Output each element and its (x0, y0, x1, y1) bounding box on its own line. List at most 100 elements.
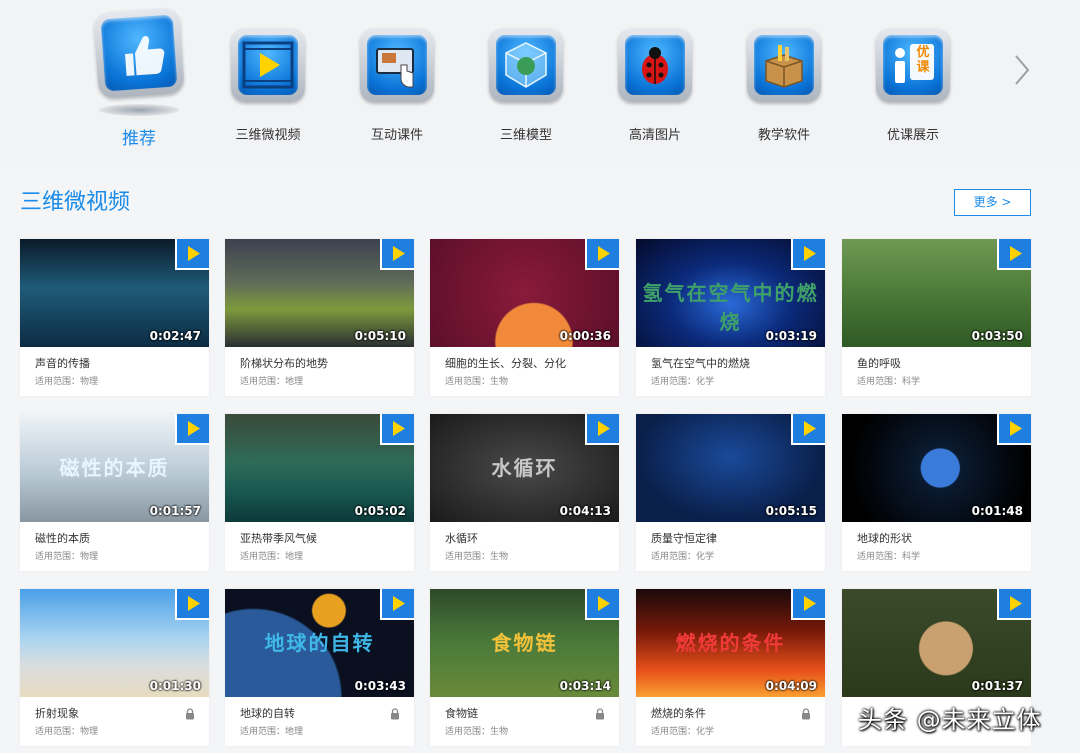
category-label: 教学软件 (757, 128, 810, 143)
category-label: 推荐 (122, 129, 156, 149)
tile-shadow (99, 104, 179, 116)
video-title[interactable]: 磁性的本质 (35, 530, 90, 546)
video-thumbnail[interactable]: 水循环 0:04:13 (430, 414, 619, 522)
video-title[interactable]: 食物链 (445, 705, 478, 721)
video-card[interactable]: 0:01:30 折射现象 适用范围：物理 (20, 589, 209, 746)
video-card[interactable]: 0:05:10 阶梯状分布的地势适用范围：地理 (225, 239, 414, 396)
video-duration: 0:02:47 (149, 329, 201, 343)
video-thumbnail[interactable]: 氢气在空气中的燃烧 0:03:19 (636, 239, 825, 347)
software-box-icon (747, 28, 821, 102)
video-title[interactable]: 地球的形状 (857, 530, 912, 546)
video-thumbnail[interactable]: 0:05:10 (225, 239, 414, 347)
lock-icon (595, 705, 605, 720)
play-icon (997, 239, 1031, 270)
play-icon (175, 239, 209, 270)
video-title[interactable]: 质量守恒定律 (651, 530, 717, 546)
play-icon (380, 239, 414, 270)
play-icon (585, 414, 619, 445)
video-thumbnail[interactable]: 0:00:36 (430, 239, 619, 347)
video-subject: 适用范围：地理 (240, 552, 304, 562)
play-icon (585, 589, 619, 620)
video-thumbnail[interactable]: 地球的自转 0:03:43 (225, 589, 414, 697)
play-icon (791, 414, 825, 445)
ladybug-icon (618, 28, 692, 102)
video-duration: 0:01:57 (149, 504, 201, 518)
video-thumbnail[interactable]: 0:01:30 (20, 589, 209, 697)
video-duration: 0:05:15 (765, 504, 817, 518)
thumbnail-caption: 燃烧的条件 (675, 631, 786, 655)
video-subject: 适用范围：化学 (651, 377, 715, 387)
video-title[interactable]: 亚热带季风气候 (240, 530, 317, 546)
video-duration: 0:05:10 (354, 329, 406, 343)
play-icon (380, 589, 414, 620)
more-button[interactable]: 更多 > (954, 189, 1031, 216)
video-subject: 适用范围：科学 (857, 377, 921, 387)
video-card[interactable]: 0:02:47 声音的传播 适用范围：物理 (20, 239, 209, 396)
cube-icon (489, 28, 563, 102)
thumbnail-caption: 氢气在空气中的燃烧 (642, 281, 819, 334)
video-subject: 适用范围：地理 (240, 727, 304, 737)
video-title[interactable]: 燃烧的条件 (651, 705, 706, 721)
video-title[interactable]: 水循环 (445, 530, 478, 546)
video-title[interactable]: 阶梯状分布的地势 (240, 355, 328, 371)
video-card[interactable]: 磁性的本质 0:01:57 磁性的本质适用范围：物理 (20, 414, 209, 571)
category-label: 互动课件 (370, 128, 423, 143)
video-subject: 适用范围：生物 (445, 377, 509, 387)
video-card[interactable]: 0:05:02 亚热带季风气候适用范围：地理 (225, 414, 414, 571)
video-card[interactable]: 地球的自转 0:03:43 地球的自转适用范围：地理 (225, 589, 414, 746)
video-subject: 适用范围：化学 (651, 552, 715, 562)
video-duration: 0:01:37 (971, 679, 1023, 693)
video-card[interactable]: 氢气在空气中的燃烧 0:03:19 氢气在空气中的燃烧 适用范围：化学 (636, 239, 825, 396)
play-icon (231, 28, 305, 102)
video-thumbnail[interactable]: 磁性的本质 0:01:57 (20, 414, 209, 522)
thumbs-up-icon (93, 7, 185, 99)
play-icon (175, 589, 209, 620)
video-duration: 0:03:14 (559, 679, 611, 693)
video-subject: 适用范围：物理 (35, 552, 99, 562)
video-card[interactable]: 0:05:15 质量守恒定律适用范围：化学 (636, 414, 825, 571)
video-subject: 适用范围：生物 (445, 552, 509, 562)
video-title[interactable]: 折射现象 (35, 705, 79, 721)
video-title[interactable]: 鱼的呼吸 (857, 355, 901, 371)
play-icon (997, 589, 1031, 620)
video-duration: 0:00:36 (559, 329, 611, 343)
video-thumbnail[interactable]: 0:01:37 (842, 589, 1031, 697)
category-label: 优课展示 (886, 128, 939, 143)
play-icon (791, 239, 825, 270)
watermark: 头条 @未来立体 (858, 706, 1042, 734)
thumbnail-caption: 磁性的本质 (59, 456, 170, 480)
video-duration: 0:04:09 (765, 679, 817, 693)
video-title[interactable]: 声音的传播 (35, 355, 90, 371)
video-thumbnail[interactable]: 0:03:50 (842, 239, 1031, 347)
video-card[interactable]: 0:01:48 地球的形状 适用范围：科学 (842, 414, 1031, 571)
video-subject: 适用范围：地理 (240, 377, 304, 387)
video-duration: 0:03:50 (971, 329, 1023, 343)
lock-icon (801, 705, 811, 720)
video-thumbnail[interactable]: 0:02:47 (20, 239, 209, 347)
video-card[interactable]: 食物链 0:03:14 食物链 适用范围：生物 (430, 589, 619, 746)
video-title[interactable]: 地球的自转 (240, 705, 295, 721)
play-icon (175, 414, 209, 445)
video-duration: 0:04:13 (559, 504, 611, 518)
play-icon (585, 239, 619, 270)
video-card[interactable]: 0:03:50 鱼的呼吸适用范围：科学 (842, 239, 1031, 396)
video-card[interactable]: 水循环 0:04:13 水循环适用范围：生物 (430, 414, 619, 571)
video-title[interactable]: 细胞的生长、分裂、分化 (445, 355, 566, 371)
video-thumbnail[interactable]: 0:05:15 (636, 414, 825, 522)
video-thumbnail[interactable]: 0:01:48 (842, 414, 1031, 522)
next-arrow-icon[interactable] (1008, 50, 1036, 90)
video-title[interactable]: 氢气在空气中的燃烧 (651, 355, 750, 371)
lock-icon (185, 705, 195, 720)
video-thumbnail[interactable]: 燃烧的条件 0:04:09 (636, 589, 825, 697)
video-card[interactable]: 0:00:36 细胞的生长、分裂、分化适用范围：生物 (430, 239, 619, 396)
video-thumbnail[interactable]: 0:05:02 (225, 414, 414, 522)
video-subject: 适用范围：化学 (651, 727, 715, 737)
category-label: 三维微视频 (235, 128, 301, 143)
video-duration: 0:03:19 (765, 329, 817, 343)
thumbnail-caption: 地球的自转 (264, 631, 375, 655)
thumbnail-caption: 水循环 (491, 456, 558, 480)
video-card[interactable]: 燃烧的条件 0:04:09 燃烧的条件适用范围：化学 (636, 589, 825, 746)
play-icon (791, 589, 825, 620)
video-duration: 0:03:43 (354, 679, 406, 693)
video-thumbnail[interactable]: 食物链 0:03:14 (430, 589, 619, 697)
